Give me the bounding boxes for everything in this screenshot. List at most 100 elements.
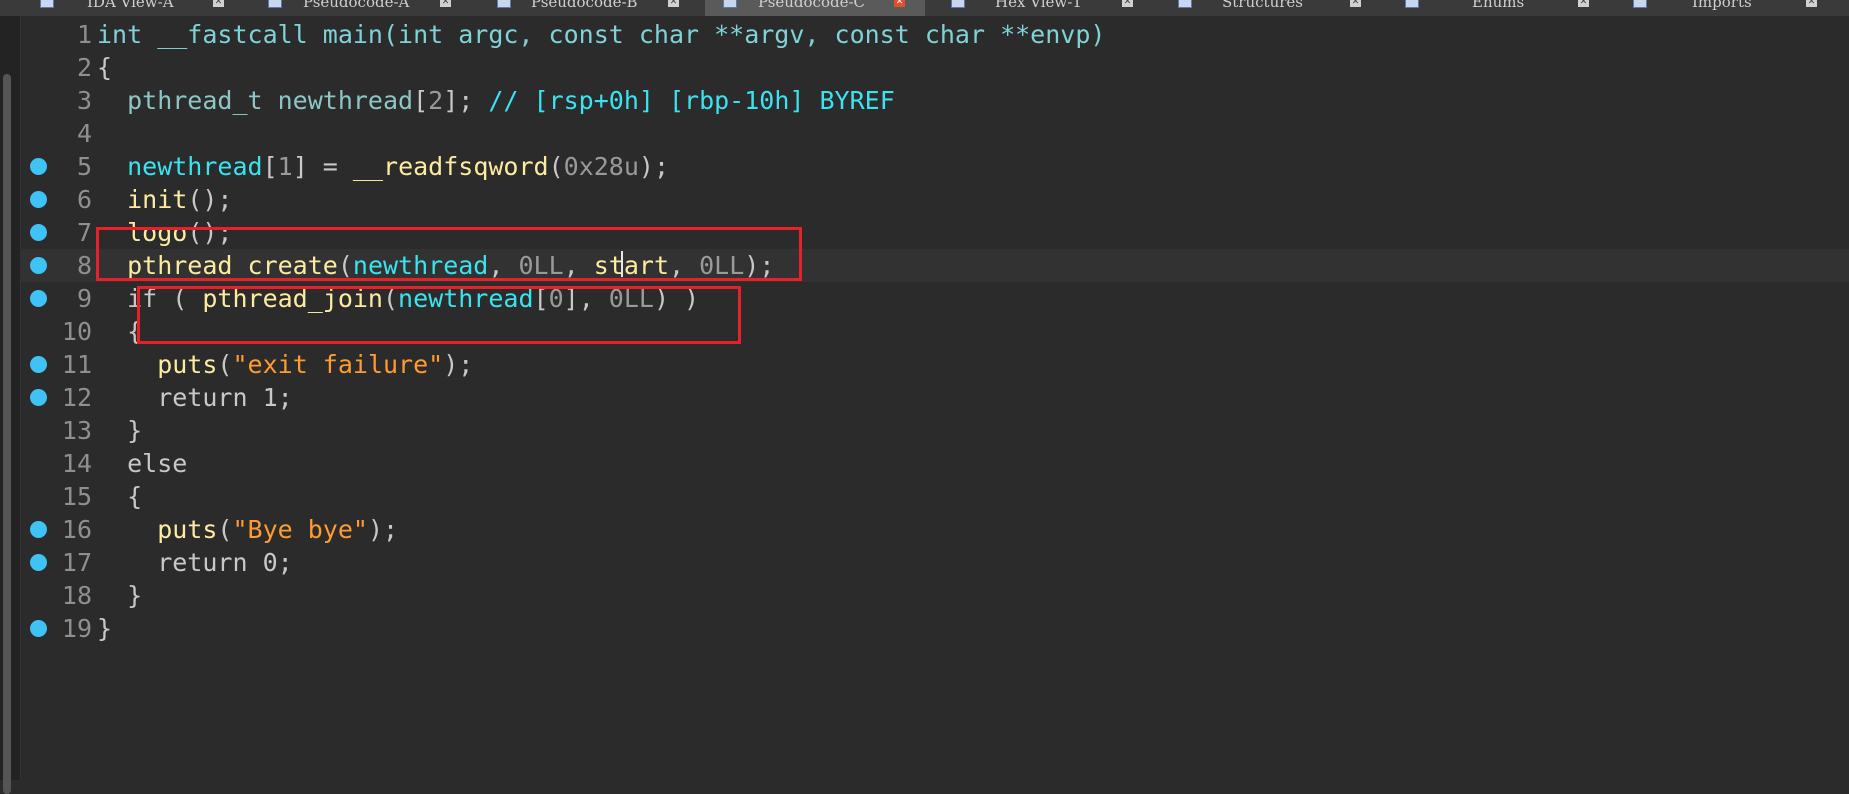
code-line[interactable]: 4 bbox=[20, 117, 1849, 150]
breakpoint-marker-icon[interactable] bbox=[30, 191, 47, 208]
tab-label: IDA View-A bbox=[87, 0, 174, 11]
code-token: , bbox=[488, 251, 519, 280]
code-line[interactable]: 3 pthread_t newthread[2]; // [rsp+0h] [r… bbox=[20, 84, 1849, 117]
code-token: ); bbox=[744, 251, 775, 280]
code-line[interactable]: 9 if ( pthread_join(newthread[0], 0LL) ) bbox=[20, 282, 1849, 315]
line-number: 7 bbox=[76, 218, 92, 247]
code-token: newthread bbox=[398, 284, 534, 313]
close-icon[interactable]: ✕ bbox=[213, 0, 224, 7]
line-number: 1 bbox=[76, 20, 92, 49]
code-text: { bbox=[97, 315, 142, 348]
tab-label: Hex View-1 bbox=[995, 0, 1082, 11]
pseudocode-view[interactable]: 1 int __fastcall main(int argc, const cha… bbox=[20, 16, 1849, 780]
tab-imports[interactable]: Imports ✕ bbox=[1616, 0, 1846, 16]
code-token: ; bbox=[277, 548, 293, 577]
close-icon[interactable]: ✕ bbox=[668, 0, 679, 7]
tab-label: Pseudocode-B bbox=[531, 0, 638, 11]
code-line[interactable]: 13 } bbox=[20, 414, 1849, 447]
code-line[interactable]: 18 } bbox=[20, 579, 1849, 612]
code-line[interactable]: 1 int __fastcall main(int argc, const cha… bbox=[20, 18, 1849, 51]
code-text: logo(); bbox=[97, 216, 232, 249]
left-scrollbar[interactable] bbox=[0, 16, 21, 794]
close-icon[interactable]: ✕ bbox=[1122, 0, 1133, 7]
code-token: ); bbox=[367, 515, 399, 544]
ida-view-icon bbox=[40, 0, 54, 8]
code-line[interactable]: 16 puts("Bye bye"); bbox=[20, 513, 1849, 546]
breakpoint-marker-icon[interactable] bbox=[30, 257, 47, 274]
tab-pseudocode-c[interactable]: Pseudocode-C ✕ bbox=[705, 0, 925, 16]
line-number: 14 bbox=[61, 449, 92, 478]
code-text: } bbox=[97, 414, 142, 447]
scrollbar-thumb[interactable] bbox=[3, 74, 11, 794]
tab-label: Pseudocode-A bbox=[303, 0, 410, 11]
code-token: init bbox=[97, 185, 188, 214]
tab-ida-view-a[interactable]: IDA View-A ✕ bbox=[22, 0, 240, 16]
code-line[interactable]: 15 { bbox=[20, 480, 1849, 513]
code-line[interactable]: 10 { bbox=[20, 315, 1849, 348]
breakpoint-marker-icon[interactable] bbox=[30, 389, 47, 406]
close-icon[interactable]: ✕ bbox=[440, 0, 451, 7]
code-token: } bbox=[97, 581, 143, 610]
code-token: ( bbox=[217, 350, 233, 379]
tab-label: Pseudocode-C bbox=[758, 0, 866, 11]
tab-enums[interactable]: Enums ✕ bbox=[1388, 0, 1608, 16]
code-token: (); bbox=[187, 218, 233, 247]
code-line[interactable]: 11 puts("exit failure"); bbox=[20, 348, 1849, 381]
close-icon[interactable]: ✕ bbox=[1350, 0, 1361, 7]
pseudocode-icon bbox=[268, 0, 282, 8]
code-line[interactable]: 12 return 1; bbox=[20, 381, 1849, 414]
code-line[interactable]: 8 pthread_create(newthread, 0LL, start, … bbox=[20, 249, 1849, 282]
breakpoint-marker-icon[interactable] bbox=[30, 290, 47, 307]
code-token: puts bbox=[97, 350, 218, 379]
tab-hex-view-1[interactable]: Hex View-1 ✕ bbox=[932, 0, 1157, 16]
line-number: 10 bbox=[61, 317, 92, 346]
code-token: 0LL bbox=[608, 284, 654, 313]
tab-pseudocode-a[interactable]: Pseudocode-A ✕ bbox=[250, 0, 475, 16]
code-token: pthread_create bbox=[97, 251, 338, 280]
code-text: return 1; bbox=[97, 381, 293, 414]
code-token: logo bbox=[97, 218, 188, 247]
breakpoint-marker-icon[interactable] bbox=[30, 554, 47, 571]
code-text: pthread_t newthread[2]; // [rsp+0h] [rbp… bbox=[97, 84, 895, 117]
code-token: __readfsqword bbox=[352, 152, 549, 181]
code-token: return bbox=[97, 383, 263, 412]
line-number: 9 bbox=[76, 284, 92, 313]
tab-pseudocode-b[interactable]: Pseudocode-B ✕ bbox=[477, 0, 702, 16]
code-text: if ( pthread_join(newthread[0], 0LL) ) bbox=[97, 282, 699, 315]
code-token: pthread_t newthread bbox=[97, 86, 414, 115]
code-token: ( bbox=[382, 284, 399, 313]
breakpoint-marker-icon[interactable] bbox=[30, 521, 47, 538]
code-line[interactable]: 14 else bbox=[20, 447, 1849, 480]
code-token: ( bbox=[548, 152, 564, 181]
code-line[interactable]: 5 newthread[1] = __readfsqword(0x28u); bbox=[20, 150, 1849, 183]
code-text: pthread_create(newthread, 0LL, start, 0L… bbox=[97, 249, 774, 282]
code-token: ; bbox=[277, 383, 293, 412]
breakpoint-marker-icon[interactable] bbox=[30, 224, 47, 241]
structures-icon bbox=[1178, 0, 1192, 8]
tab-structures[interactable]: Structures ✕ bbox=[1160, 0, 1380, 16]
code-token: ], bbox=[563, 284, 609, 313]
close-icon[interactable]: ✕ bbox=[894, 0, 905, 7]
code-token: , bbox=[669, 251, 700, 280]
code-token: "Bye bye" bbox=[232, 515, 368, 544]
code-line[interactable]: 19} bbox=[20, 612, 1849, 645]
line-number: 8 bbox=[76, 251, 92, 280]
code-token: } bbox=[97, 614, 113, 643]
line-number: 11 bbox=[61, 350, 92, 379]
breakpoint-marker-icon[interactable] bbox=[30, 620, 47, 637]
tab-label: Structures bbox=[1222, 0, 1303, 11]
breakpoint-marker-icon[interactable] bbox=[30, 158, 47, 175]
close-icon[interactable]: ✕ bbox=[1806, 0, 1817, 7]
pseudocode-icon bbox=[497, 0, 511, 8]
code-line[interactable]: 2{ bbox=[20, 51, 1849, 84]
breakpoint-marker-icon[interactable] bbox=[30, 356, 47, 373]
code-line[interactable]: 6 init(); bbox=[20, 183, 1849, 216]
code-line[interactable]: 7 logo(); bbox=[20, 216, 1849, 249]
close-icon[interactable]: ✕ bbox=[1578, 0, 1589, 7]
code-token: , bbox=[563, 251, 594, 280]
code-line[interactable]: 17 return 0; bbox=[20, 546, 1849, 579]
line-number: 4 bbox=[76, 119, 92, 148]
code-token: newthread bbox=[97, 152, 263, 181]
code-text: return 0; bbox=[97, 546, 293, 579]
code-token: ] = bbox=[292, 152, 353, 181]
